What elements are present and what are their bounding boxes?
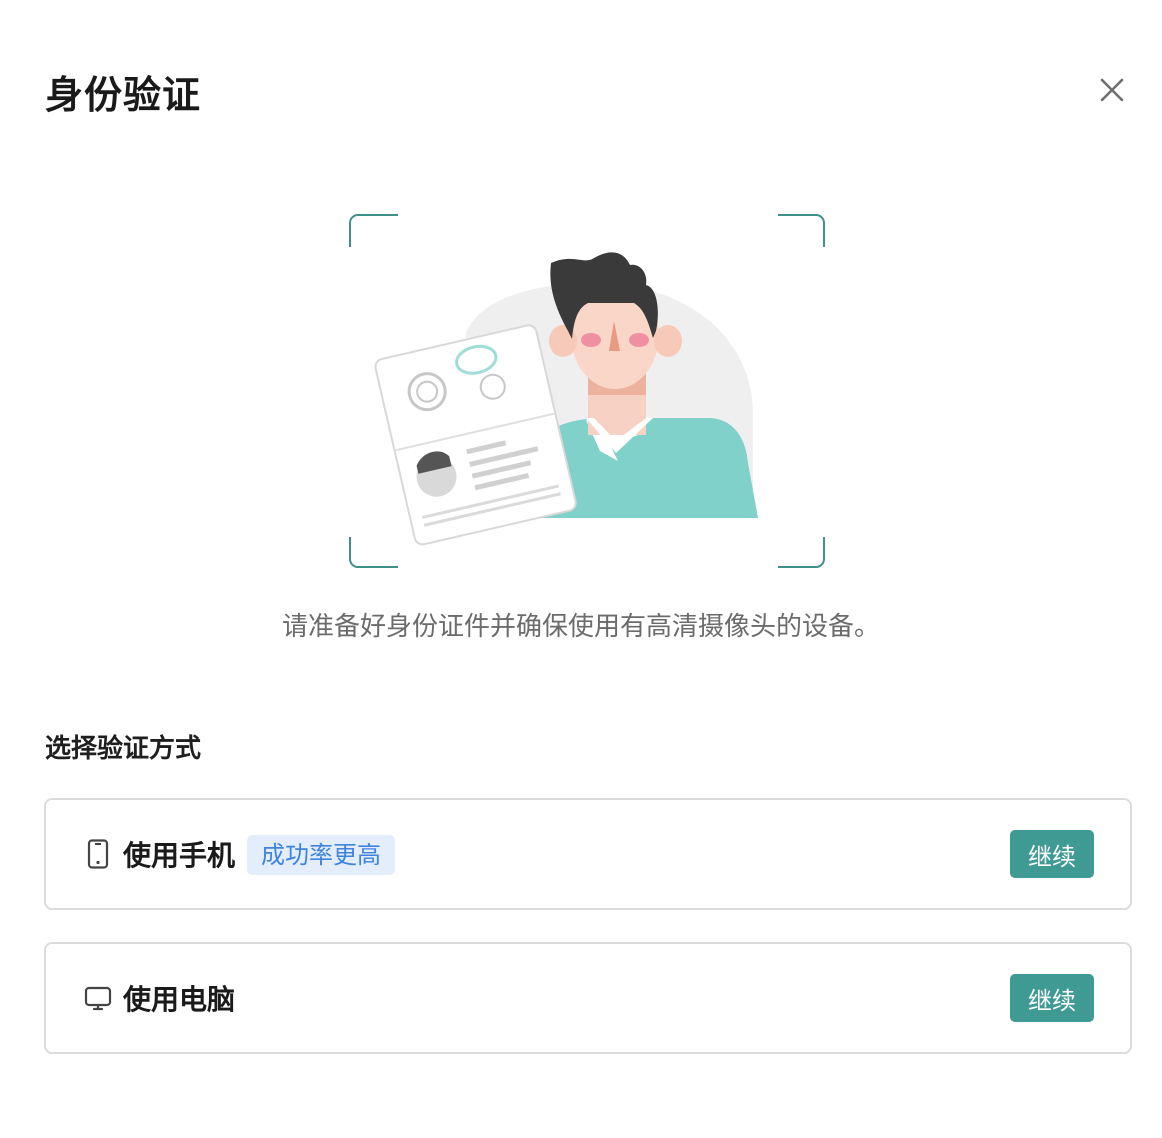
close-button[interactable] [1094,72,1130,108]
verification-dialog: 身份验证 请准备好身份证件并确保使用有高清摄像头的设备。 选择验证方式 使用手机… [0,0,1162,1138]
option-computer[interactable]: 使用电脑 继续 [44,942,1132,1054]
option-label: 使用电脑 [123,983,236,1016]
success-rate-badge: 成功率更高 [247,835,395,875]
id-verification-illustration [348,213,828,571]
monitor-icon [84,980,112,1016]
continue-button[interactable]: 继续 [1010,974,1094,1022]
section-label: 选择验证方式 [45,734,202,764]
option-phone[interactable]: 使用手机 成功率更高 继续 [44,798,1132,910]
smartphone-icon [84,836,112,872]
instruction-text: 请准备好身份证件并确保使用有高清摄像头的设备。 [281,612,880,642]
continue-button[interactable]: 继续 [1010,830,1094,878]
option-label: 使用手机 [123,839,236,872]
dialog-title: 身份验证 [45,73,202,117]
close-icon [1100,78,1124,102]
